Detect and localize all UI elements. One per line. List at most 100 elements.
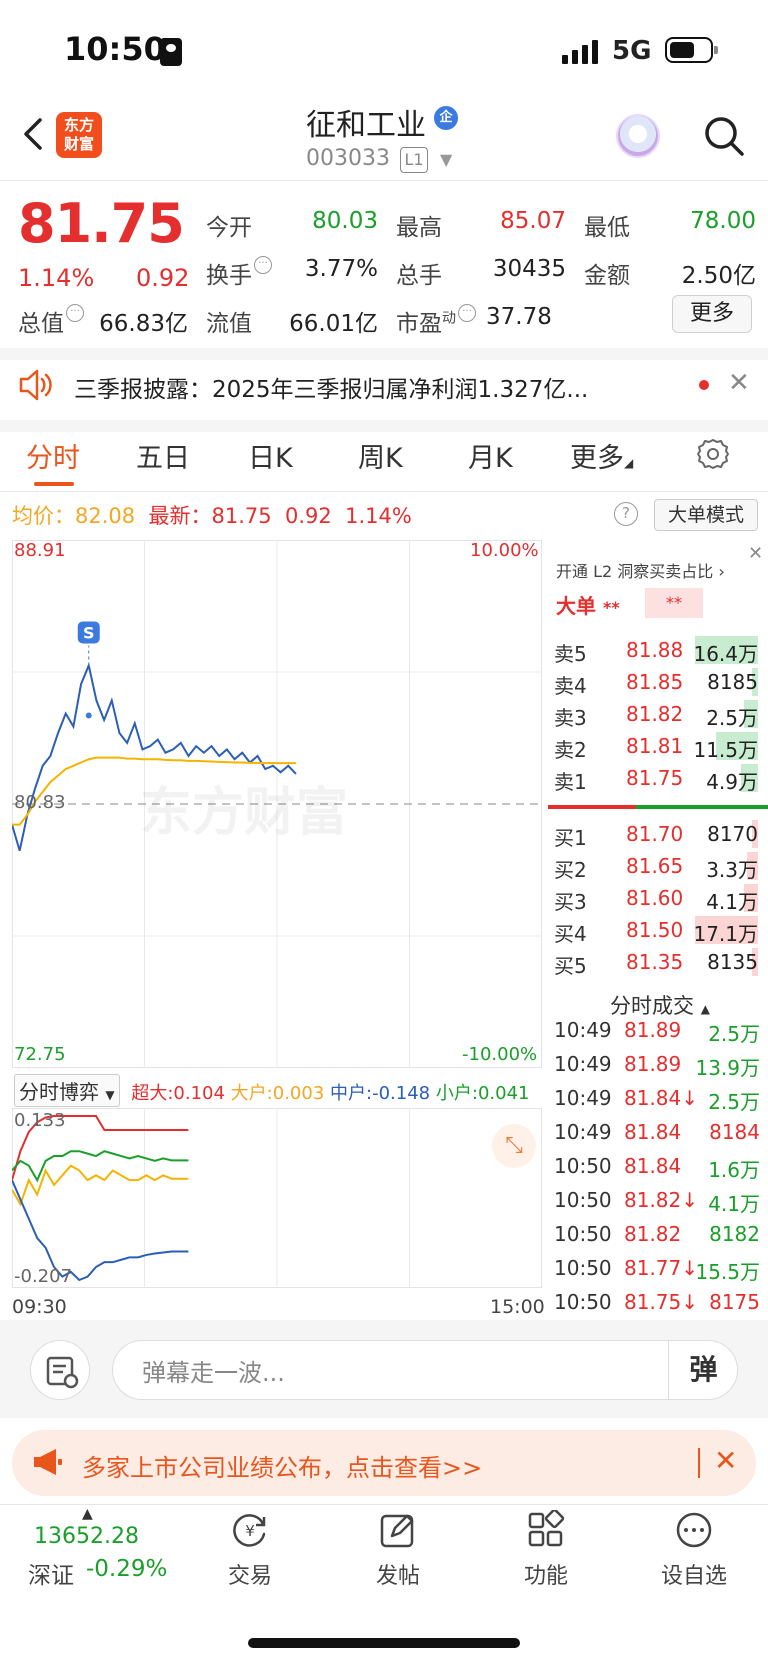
- y-mid-label: 80.83: [14, 792, 66, 813]
- info-icon[interactable]: ···: [254, 256, 272, 274]
- float-cap-label: 流值: [206, 311, 252, 337]
- time-start-label: 09:30: [12, 1296, 67, 1318]
- status-time: 10:50: [64, 30, 166, 68]
- tick-row: 10:49 81.89 2.5万: [554, 1014, 764, 1048]
- tab-more[interactable]: 更多◢: [570, 436, 633, 475]
- price-summary: 均价：82.08 最新：81.75 0.92 1.14%: [12, 500, 412, 530]
- big-value: 0.003: [272, 1083, 325, 1104]
- nav-watchlist[interactable]: 设自选: [644, 1510, 744, 1590]
- info-icon[interactable]: ···: [458, 304, 476, 322]
- tick-volume: 15.5万: [695, 1260, 760, 1284]
- volume-label: 总手: [396, 263, 442, 289]
- marker-dot: [85, 712, 92, 719]
- super-value: 0.104: [173, 1083, 225, 1104]
- low-label: 最低: [584, 215, 630, 241]
- pe-label: 市盈: [396, 311, 442, 337]
- tick-price: 81.89: [624, 1052, 682, 1076]
- nav-trade[interactable]: ¥ 交易: [200, 1510, 300, 1590]
- bid-row-2[interactable]: 买2 81.65 3.3万: [554, 850, 762, 882]
- stock-name[interactable]: 征和工业: [306, 100, 426, 144]
- enterprise-badge: 企: [434, 106, 458, 130]
- divider: [0, 1504, 768, 1505]
- chevron-down-icon[interactable]: ▼: [440, 150, 452, 169]
- bid-row-3[interactable]: 买3 81.60 4.1万: [554, 882, 762, 914]
- close-icon[interactable]: ✕: [728, 368, 750, 398]
- y-bottom-label: 72.75: [14, 1044, 66, 1065]
- divider: [0, 180, 768, 181]
- flow-select[interactable]: 分时博弈 ▼: [14, 1074, 120, 1107]
- capital-flow-row: 分时博弈 ▼ 超大:0.104 大户:0.003 中户:-0.148 小户:0.…: [14, 1074, 529, 1107]
- l2-promo-link[interactable]: 开通 L2 洞察买卖占比 ›: [556, 558, 725, 582]
- ask-row-5[interactable]: 卖1 81.75 4.9万: [554, 762, 762, 794]
- close-icon[interactable]: ✕: [748, 543, 763, 564]
- more-quote-button[interactable]: 更多: [672, 295, 752, 333]
- danmaku-settings-icon[interactable]: [30, 1340, 90, 1400]
- tick-volume: 2.5万: [708, 1090, 760, 1114]
- index-name[interactable]: 深证: [28, 1556, 74, 1590]
- promo-text[interactable]: 多家上市公司业绩公布，点击查看>>: [82, 1448, 482, 1483]
- notice-text[interactable]: 三季报披露：2025年三季报归属净利润1.327亿...: [74, 370, 654, 404]
- chevron-down-icon: ▼: [105, 1088, 115, 1102]
- tick-row: 10:49 81.84 8184: [554, 1116, 764, 1150]
- turnover-label: 换手: [206, 263, 252, 289]
- nav-post[interactable]: 发帖: [348, 1510, 448, 1590]
- big-order-mode-button[interactable]: 大单模式: [654, 499, 758, 531]
- level-price: 81.60: [626, 886, 684, 910]
- tick-time: 10:50: [554, 1222, 612, 1246]
- bid-row-4[interactable]: 买4 81.50 17.1万: [554, 914, 762, 946]
- danmaku-send-button[interactable]: 弹: [668, 1340, 738, 1400]
- level-label: 卖1: [554, 770, 587, 794]
- nav-function[interactable]: 功能: [496, 1508, 596, 1590]
- level-volume: 8135: [707, 950, 758, 974]
- flow-y-bottom-label: -0.207: [14, 1266, 73, 1287]
- level-volume: 2.5万: [706, 706, 758, 730]
- level-volume: 4.1万: [706, 890, 758, 914]
- level-label: 卖5: [554, 642, 587, 666]
- pct-top-label: 10.00%: [470, 540, 539, 561]
- index-value[interactable]: 13652.28: [34, 1524, 139, 1549]
- tab-indicator: [34, 482, 74, 486]
- abs-change: 0.92: [136, 264, 190, 292]
- ask-row-2[interactable]: 卖4 81.85 8185: [554, 666, 762, 698]
- help-icon[interactable]: ?: [614, 502, 638, 526]
- close-icon[interactable]: ✕: [714, 1444, 737, 1477]
- gear-icon[interactable]: [696, 437, 730, 471]
- tab-weekly-k[interactable]: 周K: [358, 436, 403, 475]
- caret-up-icon[interactable]: ▲: [82, 1506, 93, 1522]
- level-volume: 8170: [707, 822, 758, 846]
- y-top-label: 88.91: [14, 540, 66, 561]
- pe-sup: 动: [442, 310, 456, 327]
- assistant-robot-icon[interactable]: [616, 114, 660, 158]
- level-badge[interactable]: L1: [400, 147, 428, 173]
- super-label: 超大:: [131, 1083, 174, 1104]
- tab-monthly-k[interactable]: 月K: [468, 436, 513, 475]
- tick-price: 81.75↓: [624, 1290, 699, 1314]
- tab-five-day[interactable]: 五日: [136, 436, 190, 475]
- tab-daily-k[interactable]: 日K: [248, 436, 293, 475]
- search-icon[interactable]: [702, 114, 746, 158]
- latest-label: 最新：: [148, 504, 212, 528]
- pct-change: 1.14%: [18, 264, 95, 292]
- ask-row-4[interactable]: 卖2 81.81 11.5万: [554, 730, 762, 762]
- level-volume: 8185: [707, 670, 758, 694]
- mcap-label: 总值: [18, 311, 64, 337]
- ask-row-1[interactable]: 卖5 81.88 16.4万: [554, 634, 762, 666]
- post-icon: [378, 1510, 418, 1550]
- expand-icon[interactable]: ⤡: [492, 1124, 536, 1168]
- caret-icon: ◢: [624, 456, 634, 470]
- tick-time: 10:49: [554, 1086, 612, 1110]
- index-pct[interactable]: -0.29%: [86, 1556, 167, 1582]
- open-label: 今开: [206, 215, 252, 241]
- tick-volume: 8184: [709, 1120, 760, 1144]
- float-cap-value: 66.01亿: [289, 311, 378, 337]
- bid-row-1[interactable]: 买1 81.70 8170: [554, 818, 762, 850]
- bid-row-5[interactable]: 买5 81.35 8135: [554, 946, 762, 978]
- tick-price: 81.82↓: [624, 1188, 699, 1212]
- capital-flow-chart[interactable]: [12, 1108, 542, 1288]
- info-icon[interactable]: ···: [66, 304, 84, 322]
- ask-row-3[interactable]: 卖3 81.82 2.5万: [554, 698, 762, 730]
- tab-intraday[interactable]: 分时: [26, 436, 80, 475]
- back-button[interactable]: [18, 114, 48, 154]
- marker-label: S: [83, 623, 95, 642]
- speaker-icon: [18, 368, 56, 402]
